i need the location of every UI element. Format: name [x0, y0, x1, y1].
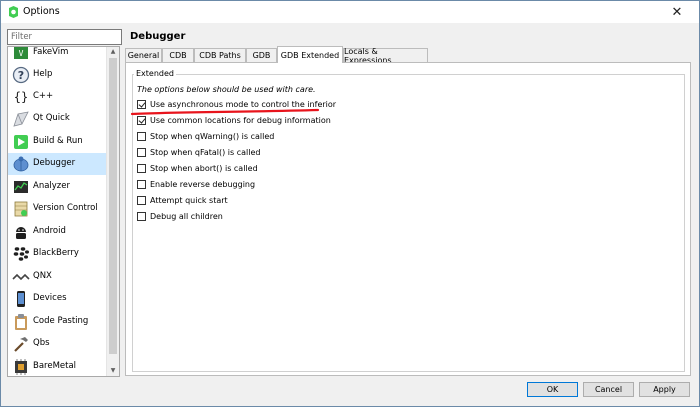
tab-cdb-paths[interactable]: CDB Paths [194, 48, 246, 62]
checkbox[interactable] [137, 131, 146, 141]
sidebar-item-label: Debugger [33, 158, 76, 168]
qbs-icon [14, 337, 28, 352]
sidebar-item-label: FakeVim [33, 47, 69, 57]
sidebar-item-label: C++ [33, 91, 54, 101]
sidebar-scrollbar[interactable]: ▲ ▼ [106, 47, 119, 376]
checkbox[interactable] [137, 211, 146, 221]
devices-icon [17, 291, 25, 307]
checkbox[interactable] [137, 195, 146, 205]
caution-note: The options below should be used with ca… [137, 85, 316, 94]
title-bar: Options ✕ [1, 1, 699, 23]
cancel-button[interactable]: Cancel [583, 382, 634, 397]
page-title: Debugger [130, 31, 186, 42]
version-control-icon [14, 201, 28, 217]
sidebar-item-label: BareMetal [33, 361, 77, 371]
sidebar-item-label: Devices [33, 293, 67, 303]
sidebar-item-fakevim[interactable]: V FakeVim [8, 47, 106, 64]
sidebar-item-qt-quick[interactable]: Qt Quick [8, 108, 106, 130]
checkbox[interactable] [137, 147, 146, 157]
sidebar-item-label: Analyzer [33, 181, 70, 191]
sidebar-item-cpp[interactable]: {} C++ [8, 86, 106, 108]
build-run-icon [14, 135, 28, 149]
cpp-icon: {} [14, 90, 28, 104]
qt-quick-icon [13, 111, 29, 127]
code-pasting-icon [15, 314, 27, 330]
sidebar-item-devices[interactable]: Devices [8, 288, 106, 310]
close-icon: ✕ [671, 4, 683, 20]
sidebar-item-label: Version Control [33, 203, 98, 213]
checkbox-label: Attempt quick start [150, 195, 228, 205]
sidebar-item-qbs[interactable]: Qbs [8, 333, 106, 355]
blackberry-icon [13, 247, 29, 261]
category-list[interactable]: V FakeVim ? Help {} C++ Qt Quick Build &… [7, 46, 120, 377]
checkbox-label: Stop when abort() is called [150, 163, 258, 173]
checkbox-label: Enable reverse debugging [150, 179, 256, 189]
red-underline-annotation [130, 108, 320, 116]
debugger-icon [13, 156, 29, 172]
sidebar-item-label: Qbs [33, 338, 50, 348]
android-icon [16, 227, 26, 239]
sidebar-item-label: Build & Run [33, 136, 83, 146]
sidebar-item-baremetal[interactable]: BareMetal [8, 356, 106, 376]
sidebar-item-label: QNX [33, 271, 52, 281]
tab-gdb[interactable]: GDB [246, 48, 277, 62]
option-quick-start[interactable]: Attempt quick start [137, 194, 228, 206]
sidebar-item-debugger[interactable]: Debugger [8, 153, 106, 175]
baremetal-icon [15, 359, 27, 375]
svg-text:V: V [19, 49, 24, 58]
window-title: Options [23, 6, 60, 17]
sidebar-item-qnx[interactable]: QNX [8, 266, 106, 288]
option-debug-all-children[interactable]: Debug all children [137, 210, 223, 222]
tab-cdb[interactable]: CDB [162, 48, 194, 62]
sidebar-item-code-pasting[interactable]: Code Pasting [8, 311, 106, 333]
fakevim-icon: V [14, 47, 28, 59]
qt-creator-app-icon [9, 6, 18, 18]
sidebar-item-build-run[interactable]: Build & Run [8, 131, 106, 153]
checkbox-label: Debug all children [150, 211, 223, 221]
sidebar-item-help[interactable]: ? Help [8, 64, 106, 86]
ok-button[interactable]: OK [527, 382, 578, 397]
sidebar-item-label: Qt Quick [33, 113, 70, 123]
scroll-down-arrow-icon[interactable]: ▼ [107, 366, 119, 376]
sidebar-item-label: Android [33, 226, 66, 236]
close-button[interactable]: ✕ [655, 1, 699, 23]
sidebar-item-label: Code Pasting [33, 316, 89, 326]
svg-text:?: ? [18, 69, 24, 82]
group-title: Extended [134, 69, 176, 78]
apply-button[interactable]: Apply [639, 382, 690, 397]
checkbox[interactable] [137, 163, 146, 173]
checkbox[interactable] [137, 179, 146, 189]
sidebar-item-analyzer[interactable]: Analyzer [8, 176, 106, 198]
checkbox-label: Stop when qWarning() is called [150, 131, 275, 141]
option-stop-qfatal[interactable]: Stop when qFatal() is called [137, 146, 260, 158]
analyzer-icon [14, 181, 28, 193]
scroll-up-arrow-icon[interactable]: ▲ [107, 47, 119, 57]
checkbox-label: Stop when qFatal() is called [150, 147, 261, 157]
tab-locals-expressions[interactable]: Locals & Expressions [343, 47, 428, 65]
sidebar-item-blackberry[interactable]: BlackBerry [8, 243, 106, 265]
filter-input[interactable] [7, 29, 122, 45]
tab-gdb-extended[interactable]: GDB Extended [277, 46, 343, 63]
qnx-icon [12, 273, 30, 281]
svg-text:{}: {} [14, 90, 28, 104]
tab-general[interactable]: General [125, 48, 162, 62]
option-stop-qwarning[interactable]: Stop when qWarning() is called [137, 130, 274, 142]
sidebar-item-label: Help [33, 69, 53, 79]
option-stop-abort[interactable]: Stop when abort() is called [137, 162, 258, 174]
sidebar-item-android[interactable]: Android [8, 221, 106, 243]
sidebar-item-label: BlackBerry [33, 248, 79, 258]
help-icon: ? [12, 66, 30, 84]
scrollbar-thumb[interactable] [109, 58, 117, 354]
option-reverse-debugging[interactable]: Enable reverse debugging [137, 178, 255, 190]
sidebar-item-version-control[interactable]: Version Control [8, 198, 106, 220]
